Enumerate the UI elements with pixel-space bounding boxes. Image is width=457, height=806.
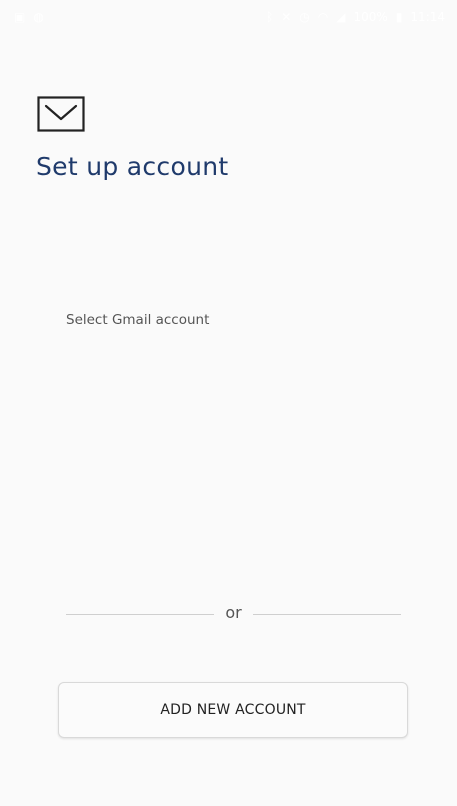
select-gmail-account-label: Select Gmail account [66, 312, 210, 328]
divider-line-right [253, 614, 401, 615]
signal-icon: ◢ [336, 10, 346, 24]
status-bar-left: ▣ ◍ [14, 10, 44, 24]
status-bar-right: ᛒ ✕ ◷ ◠ ◢ 100% ▮ 11:14 [266, 10, 445, 24]
status-bar: ▣ ◍ ᛒ ✕ ◷ ◠ ◢ 100% ▮ 11:14 [0, 0, 457, 36]
add-new-account-button[interactable]: ADD NEW ACCOUNT [58, 682, 408, 738]
image-icon: ▣ [14, 10, 26, 24]
mute-icon: ✕ [281, 10, 292, 24]
divider-line-left [66, 614, 214, 615]
battery-percent: 100% [353, 10, 388, 24]
divider-or-text: or [225, 603, 242, 622]
alarm-icon: ◷ [299, 10, 310, 24]
wifi-icon: ◠ [317, 10, 329, 24]
messenger-icon: ◍ [33, 10, 44, 24]
clock-time: 11:14 [410, 10, 445, 24]
battery-icon: ▮ [395, 10, 403, 24]
page-title: Set up account [36, 152, 229, 181]
add-new-account-label: ADD NEW ACCOUNT [160, 702, 306, 718]
mail-icon [37, 96, 85, 132]
bluetooth-icon: ᛒ [266, 10, 274, 24]
setup-account-screen: ▣ ◍ ᛒ ✕ ◷ ◠ ◢ 100% ▮ 11:14 Set up accoun… [0, 0, 457, 806]
